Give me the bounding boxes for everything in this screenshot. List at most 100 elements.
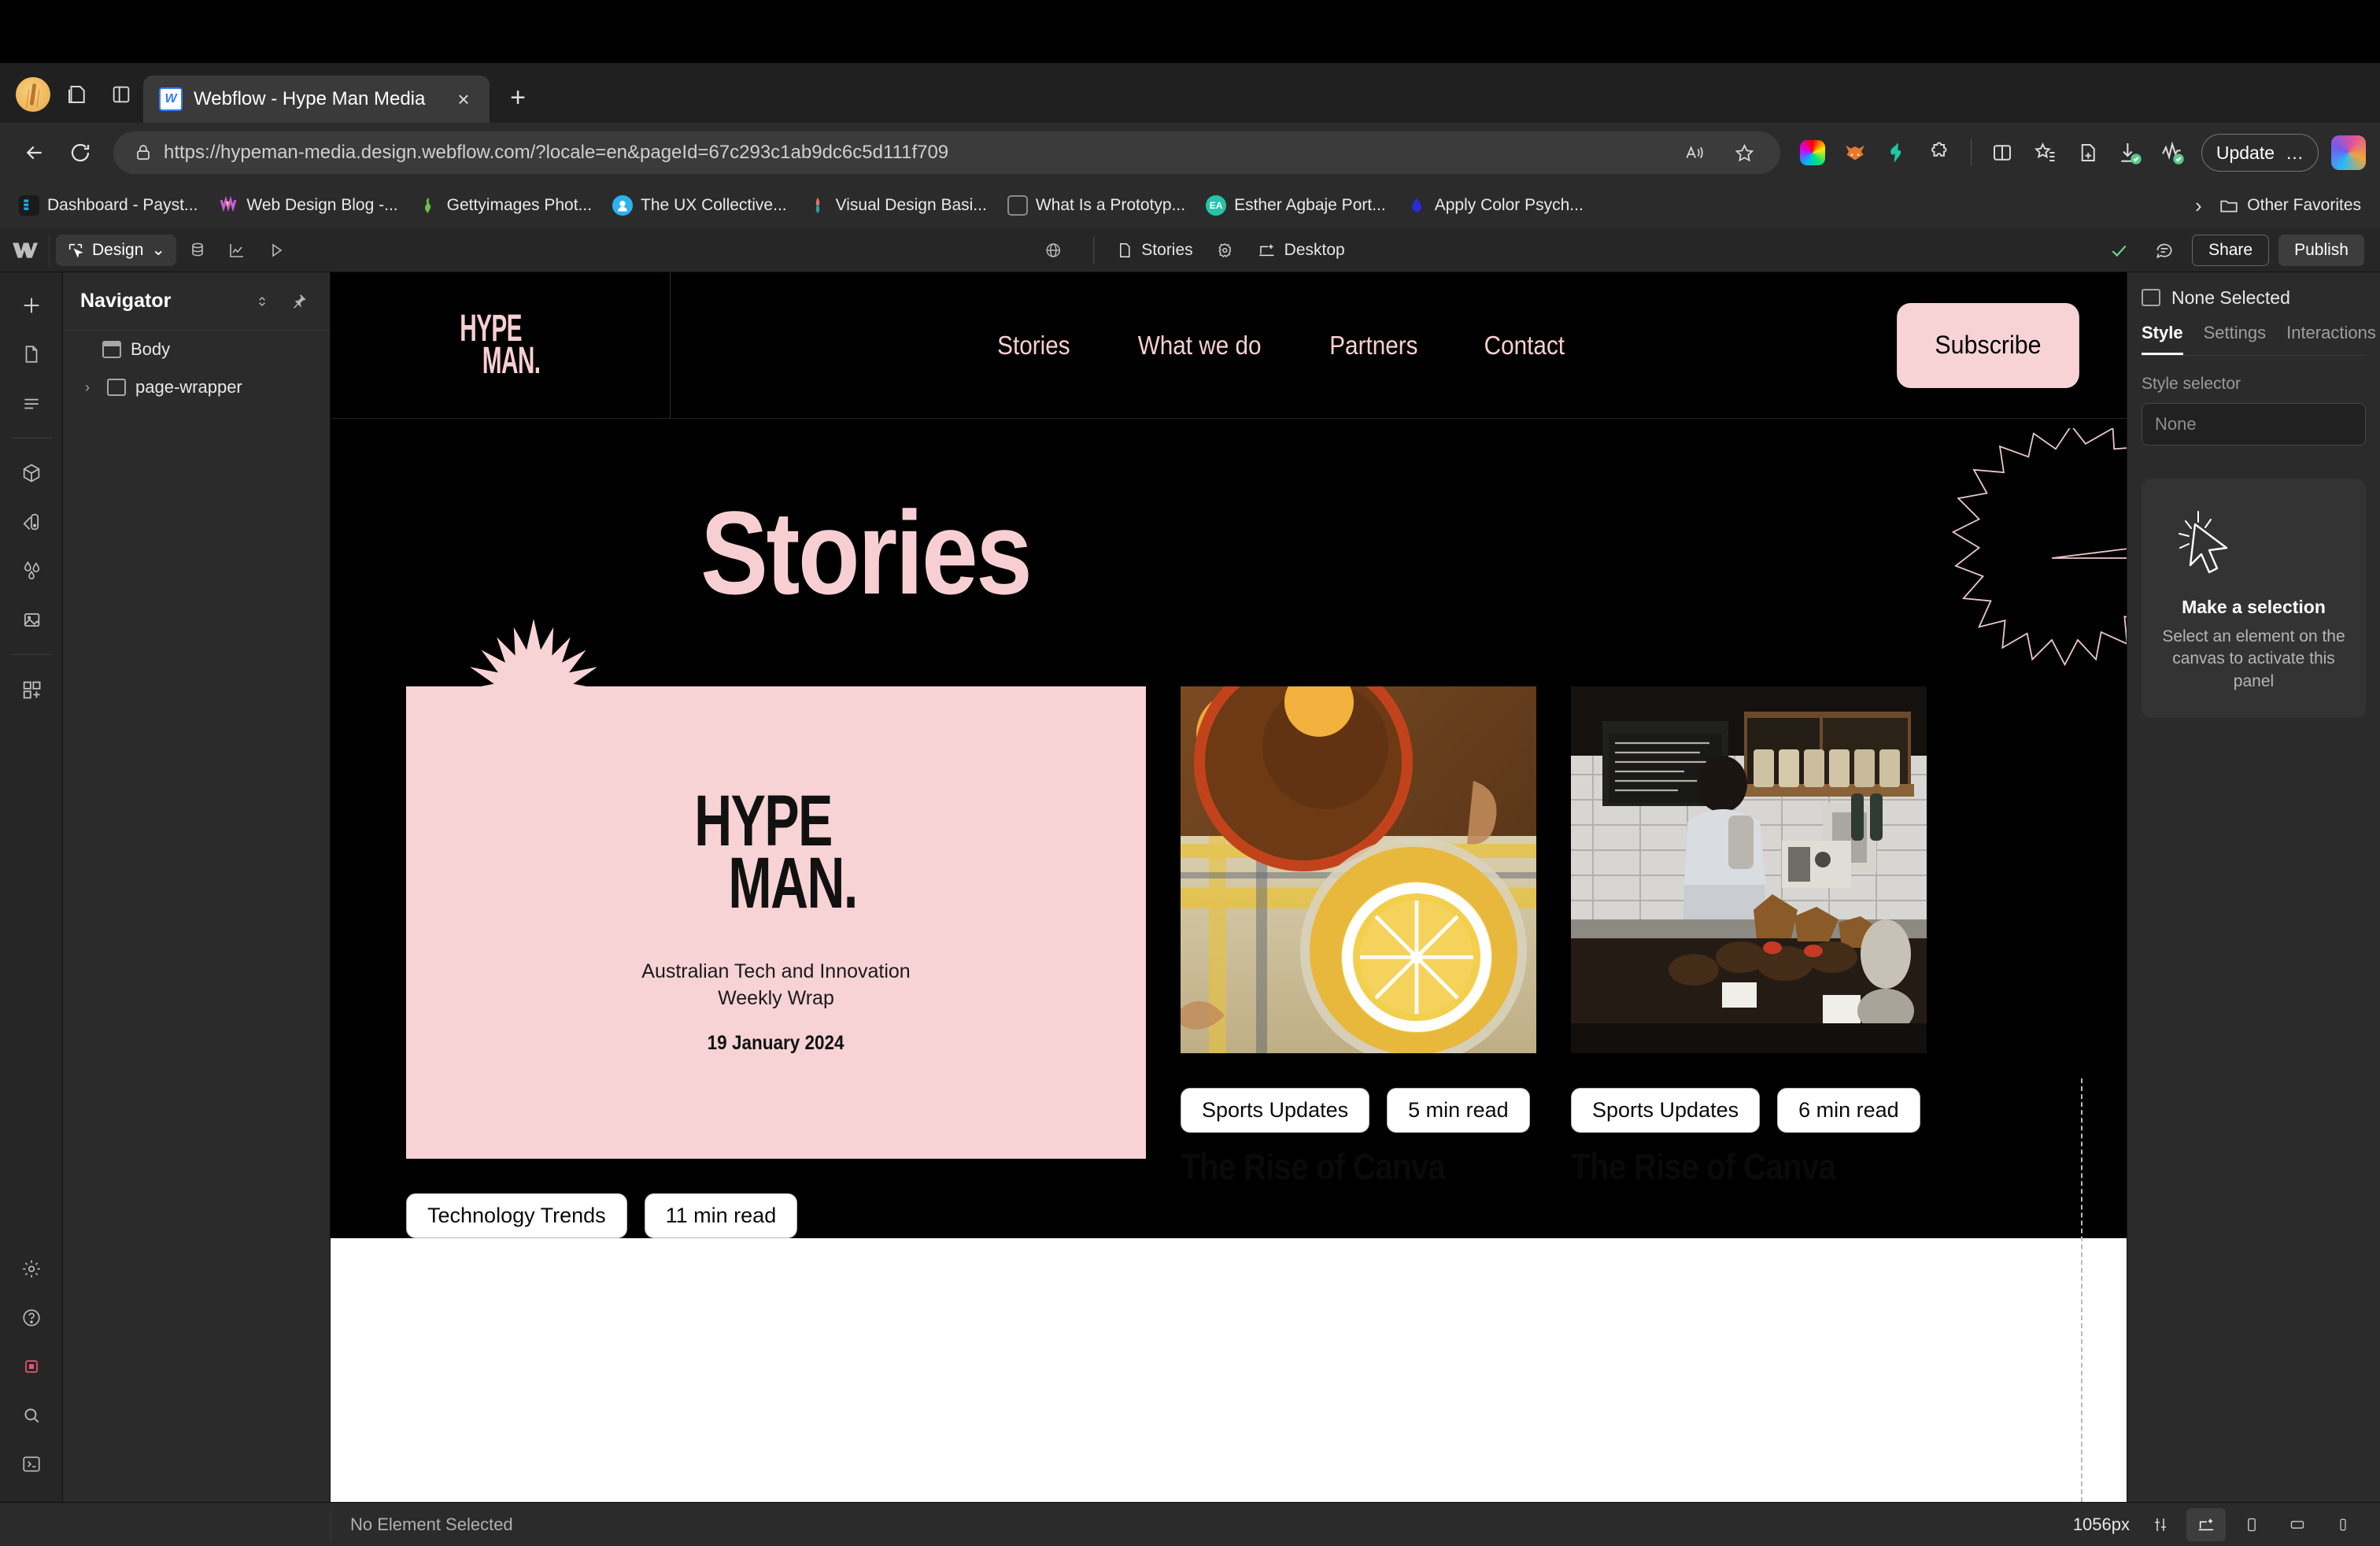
bookmark-item[interactable]: EA Esther Agbaje Port... — [1198, 190, 1394, 220]
os-title-strip — [0, 0, 2380, 63]
featured-subtitle-line-1: Australian Tech and Innovation — [641, 960, 911, 982]
design-mode-selector[interactable]: Design ⌄ — [56, 234, 176, 266]
bookmark-item[interactable]: The UX Collective... — [604, 190, 795, 220]
story-card[interactable]: Sports Updates 5 min read The Rise of Ca… — [1181, 686, 1536, 1238]
bookmark-item[interactable]: Web Design Blog -... — [210, 190, 405, 220]
analyze-chart-icon[interactable] — [219, 235, 255, 266]
more-icon[interactable]: … — [2286, 142, 2304, 164]
breakpoint-mobile-landscape-button[interactable] — [2278, 1508, 2317, 1541]
breakpoint-selector[interactable]: Desktop — [1258, 241, 1345, 260]
components-cube-icon[interactable] — [9, 451, 54, 495]
bookmark-favicon-icon — [1007, 195, 1028, 216]
bookmark-favicon-icon — [1406, 195, 1427, 216]
cms-database-icon[interactable] — [179, 235, 216, 266]
quick-find-icon[interactable] — [9, 1442, 54, 1486]
apps-grid-icon[interactable] — [9, 668, 54, 712]
performance-icon[interactable] — [2153, 133, 2192, 172]
tab-interactions[interactable]: Interactions — [2286, 323, 2376, 355]
publish-button[interactable]: Publish — [2278, 234, 2364, 266]
update-button[interactable]: Update … — [2201, 134, 2319, 172]
site-nav-links: Stories What we do Partners Contact — [671, 272, 1892, 418]
comments-icon[interactable] — [2146, 235, 2182, 266]
extension-rainbow-icon[interactable] — [1793, 133, 1832, 172]
extension-green-icon[interactable] — [1878, 133, 1917, 172]
globe-localization-icon[interactable] — [1035, 235, 1071, 266]
bookmark-item[interactable]: Apply Color Psych... — [1399, 190, 1591, 220]
copilot-icon[interactable] — [2331, 135, 2366, 170]
breakpoint-tablet-button[interactable] — [2232, 1508, 2271, 1541]
variables-drops-icon[interactable] — [9, 549, 54, 593]
story-card[interactable]: Sports Updates 6 min read The Rise of Ca… — [1571, 686, 1927, 1238]
nav-link-partners[interactable]: Partners — [1329, 331, 1417, 361]
page-settings-gear-icon[interactable] — [1207, 235, 1244, 266]
bookmark-item[interactable]: What Is a Prototyp... — [1000, 190, 1193, 220]
sort-toggle-icon[interactable] — [248, 287, 276, 316]
bookmark-favicon-icon: EA — [1206, 195, 1227, 216]
navigator-icon[interactable] — [9, 381, 54, 425]
pin-icon[interactable] — [284, 287, 312, 316]
other-favorites-button[interactable]: Other Favorites — [2219, 195, 2369, 216]
subscribe-button[interactable]: Subscribe — [1897, 302, 2079, 388]
pages-icon[interactable] — [9, 332, 54, 376]
tab-collections-icon[interactable] — [55, 72, 99, 117]
help-icon[interactable] — [9, 1296, 54, 1340]
nav-link-contact[interactable]: Contact — [1484, 331, 1565, 361]
breakpoint-desktop-button[interactable] — [2186, 1507, 2226, 1541]
bookmarks-overflow-chevron-icon[interactable]: › — [2182, 194, 2214, 218]
tag-read-time[interactable]: 6 min read — [1777, 1088, 1920, 1133]
tag-category[interactable]: Sports Updates — [1181, 1088, 1370, 1133]
add-collection-icon[interactable] — [2068, 133, 2107, 172]
featured-story-card[interactable]: HYPE MAN. Australian Tech and Innovation… — [406, 619, 1146, 1238]
bookmark-item[interactable]: Visual Design Basi... — [800, 190, 995, 220]
featured-date: 19 January 2024 — [708, 1032, 844, 1055]
style-manager-icon[interactable] — [9, 500, 54, 544]
featured-card-tags: Technology Trends 11 min read — [406, 1159, 1146, 1238]
webflow-logo-icon[interactable] — [0, 228, 49, 272]
canvas-viewport[interactable]: HYPE MAN. Stories What we do Partners Co… — [331, 272, 2127, 1502]
tab-style[interactable]: Style — [2142, 323, 2183, 355]
breakpoint-mobile-portrait-button[interactable] — [2323, 1508, 2363, 1541]
nav-link-stories[interactable]: Stories — [997, 331, 1070, 361]
address-bar[interactable]: https://hypeman-media.design.webflow.com… — [113, 131, 1780, 174]
tab-settings[interactable]: Settings — [2204, 323, 2267, 355]
viewport-settings-icon[interactable] — [2141, 1508, 2180, 1541]
preview-play-icon[interactable] — [258, 235, 294, 266]
bookmark-favicon-icon — [808, 195, 828, 216]
settings-gear-icon[interactable] — [9, 1247, 54, 1291]
video-record-icon[interactable] — [9, 1344, 54, 1389]
tag-category[interactable]: Sports Updates — [1571, 1088, 1761, 1133]
tag-read-time[interactable]: 11 min read — [644, 1193, 798, 1238]
bookmark-label: Web Design Blog -... — [246, 196, 398, 214]
tag-category[interactable]: Technology Trends — [406, 1193, 627, 1238]
collections-star-icon[interactable] — [2025, 133, 2064, 172]
assets-image-icon[interactable] — [9, 597, 54, 642]
favorite-star-icon[interactable] — [1725, 133, 1765, 172]
page-selector[interactable]: Stories — [1116, 241, 1193, 260]
status-bar: No Element Selected 1056px — [0, 1502, 2380, 1546]
profile-avatar[interactable] — [11, 72, 55, 117]
navigator-item-page-wrapper[interactable]: › page-wrapper — [63, 368, 330, 406]
nav-link-what-we-do[interactable]: What we do — [1138, 331, 1262, 361]
navigator-item-body[interactable]: Body — [63, 331, 330, 368]
reload-icon[interactable] — [60, 132, 101, 173]
bookmark-item[interactable]: Gettyimages Phot... — [411, 190, 600, 220]
bookmark-favicon-icon — [612, 195, 634, 216]
read-aloud-icon[interactable] — [1675, 133, 1714, 172]
back-icon[interactable] — [14, 132, 55, 173]
vertical-tabs-icon[interactable] — [99, 72, 143, 117]
extension-fox-icon[interactable] — [1835, 133, 1875, 172]
downloads-icon[interactable] — [2110, 133, 2149, 172]
tag-read-time[interactable]: 5 min read — [1387, 1088, 1530, 1133]
bookmark-item[interactable]: Dashboard - Payst... — [11, 190, 205, 220]
add-element-icon[interactable] — [9, 283, 54, 327]
style-selector-input[interactable]: None — [2142, 403, 2366, 446]
close-icon[interactable]: × — [450, 86, 477, 113]
new-tab-button[interactable]: + — [497, 77, 538, 118]
search-icon[interactable] — [9, 1393, 54, 1437]
share-button[interactable]: Share — [2192, 234, 2270, 266]
extension-puzzle-icon[interactable] — [1920, 133, 1960, 172]
split-screen-icon[interactable] — [1983, 133, 2022, 172]
browser-tab[interactable]: W Webflow - Hype Man Media × — [143, 76, 490, 123]
site-logo[interactable]: HYPE MAN. — [331, 272, 671, 418]
chevron-right-icon[interactable]: › — [85, 379, 98, 396]
